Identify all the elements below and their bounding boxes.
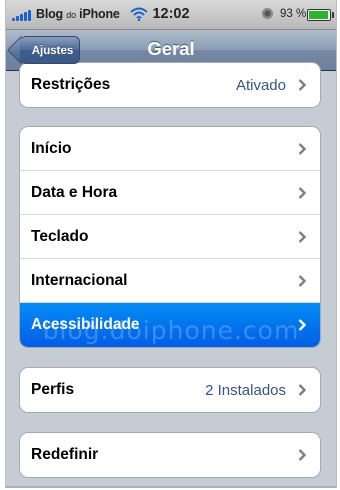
chevron-right-icon <box>298 79 306 91</box>
group-profiles: Perfis 2 Instalados <box>19 367 321 413</box>
row-value: 2 Instalados <box>205 381 286 399</box>
row-label: Início <box>31 139 72 157</box>
row-value: Ativado <box>235 76 286 94</box>
chevron-right-icon <box>298 319 306 331</box>
row-international[interactable]: Internacional <box>20 259 320 303</box>
rotation-lock-icon <box>262 8 273 19</box>
row-reset[interactable]: Redefinir <box>20 433 320 477</box>
chevron-right-icon <box>298 274 306 287</box>
chevron-right-icon <box>298 449 306 461</box>
battery-percent: 93 % <box>280 8 307 20</box>
row-profiles[interactable]: Perfis 2 Instalados <box>20 368 320 412</box>
row-label: Acessibilidade <box>31 316 140 333</box>
row-restrictions[interactable]: Restrições Ativado <box>20 63 320 107</box>
group-reset: Redefinir <box>19 432 321 478</box>
row-label: Data e Hora <box>31 183 118 201</box>
status-bar: Blog do iPhone 12:02 93 % <box>6 0 336 30</box>
group-restrictions: Restrições Ativado <box>19 62 321 108</box>
row-date-time[interactable]: Data e Hora <box>20 171 320 215</box>
row-label: Perfis <box>31 381 75 398</box>
battery-icon <box>307 9 334 21</box>
row-label: Teclado <box>31 227 89 245</box>
row-label: Internacional <box>31 271 128 289</box>
row-keyboard[interactable]: Teclado <box>20 215 320 259</box>
chevron-right-icon <box>298 384 306 396</box>
row-label: Restrições <box>31 76 111 93</box>
row-label: Redefinir <box>31 446 99 463</box>
back-button-label: Ajustes <box>31 45 74 57</box>
row-accessibility[interactable]: Acessibilidade <box>20 303 320 347</box>
row-home[interactable]: Início <box>20 127 320 171</box>
back-button[interactable]: Ajustes <box>20 36 80 64</box>
group-settings: Início Data e Hora Teclado Internacional… <box>19 126 321 348</box>
iphone-screen: Blog do iPhone 12:02 93 % Ajustes Geral … <box>5 0 337 488</box>
chevron-right-icon <box>298 230 306 243</box>
chevron-right-icon <box>298 142 306 155</box>
chevron-right-icon <box>298 186 306 199</box>
